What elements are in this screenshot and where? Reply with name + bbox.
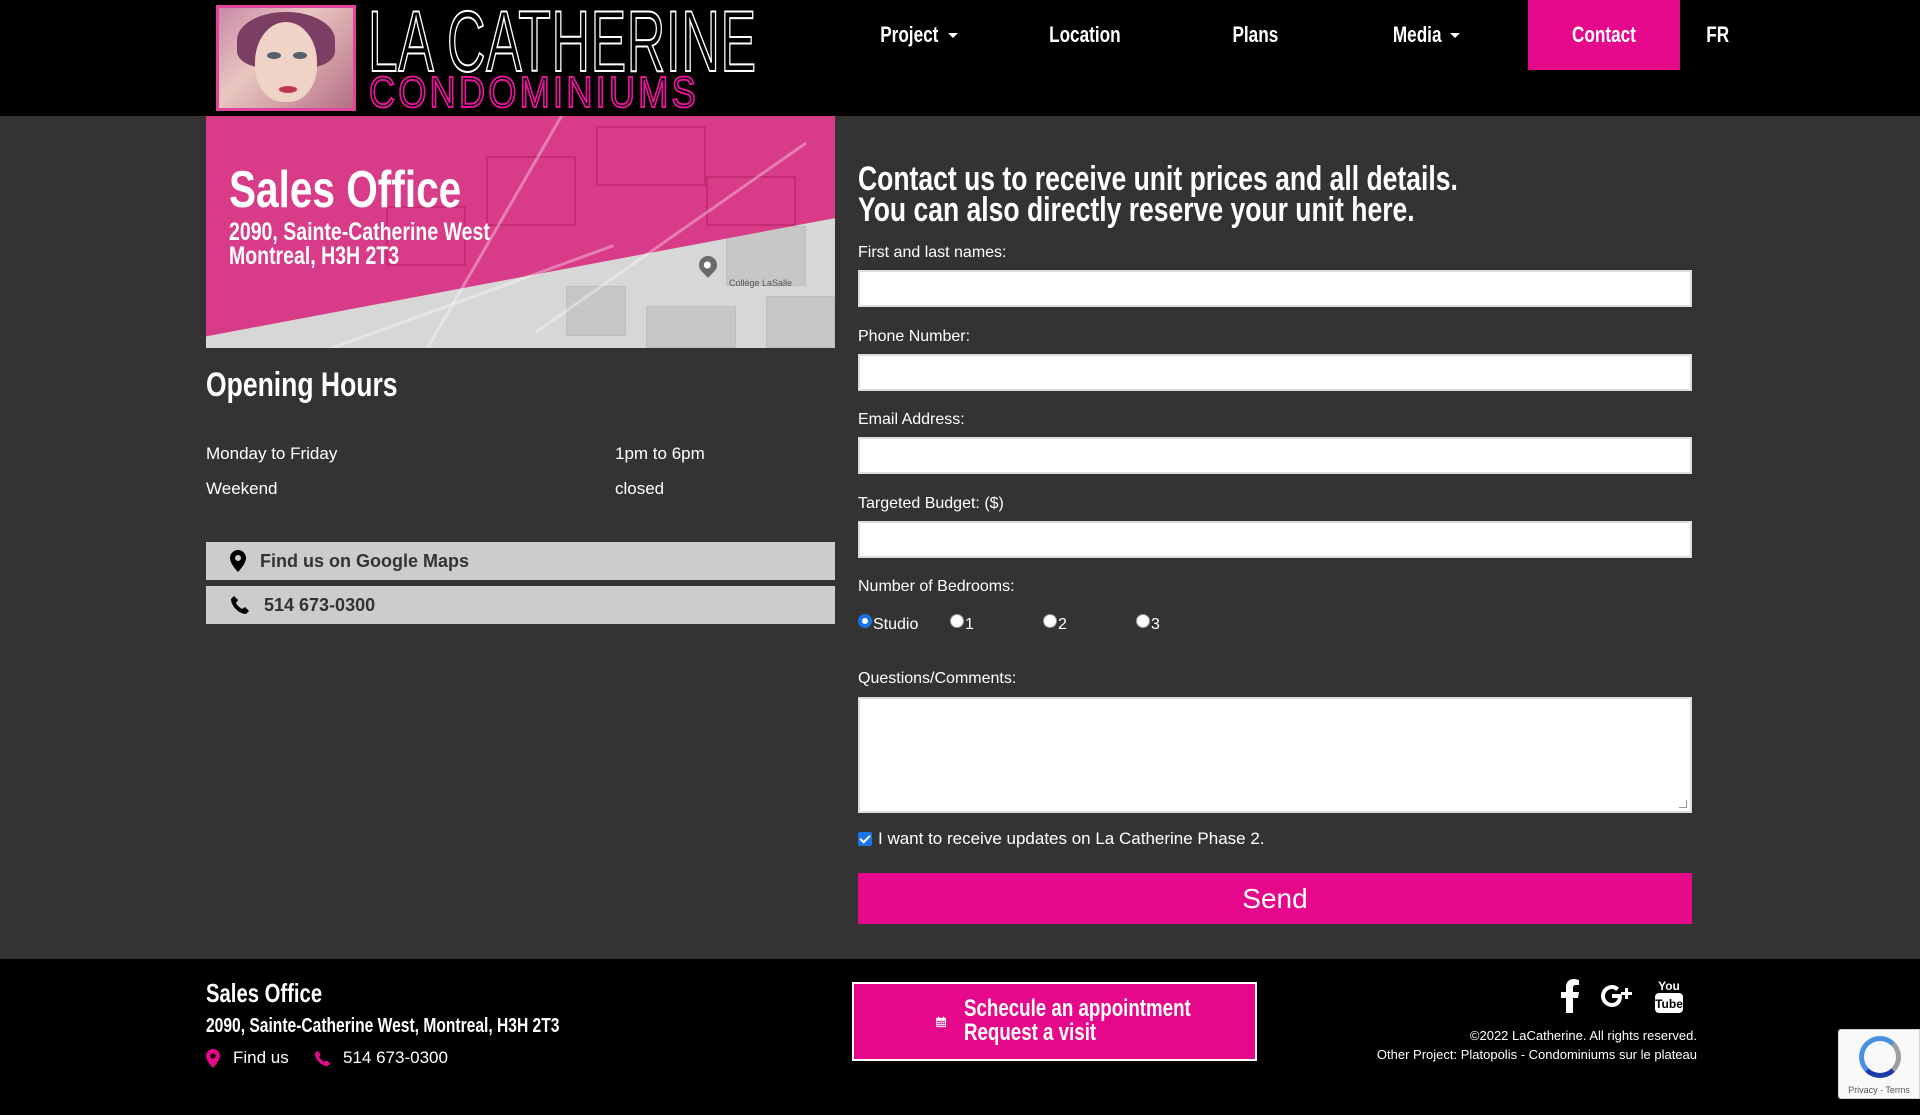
nav-item-plans[interactable]: Plans	[1180, 0, 1330, 70]
budget-label: Targeted Budget: ($)	[858, 495, 1004, 512]
bedroom-option-label: 3	[1151, 616, 1160, 633]
schedule-appointment-button[interactable]: Schecule an appointment Request a visit	[852, 982, 1257, 1061]
name-label: First and last names:	[858, 244, 1007, 261]
budget-field[interactable]	[858, 521, 1692, 558]
google-plus-icon[interactable]	[1600, 980, 1634, 1012]
updates-label: I want to receive updates on La Catherin…	[878, 829, 1265, 848]
bedrooms-label: Number of Bedrooms:	[858, 578, 1015, 595]
google-maps-button[interactable]: Find us on Google Maps	[206, 542, 835, 580]
footer-find-us-link[interactable]: Find us	[206, 1048, 289, 1068]
map-place-label: Collège LaSalle	[729, 278, 793, 288]
opening-hours-title: Opening Hours	[206, 366, 398, 404]
comments-label: Questions/Comments:	[858, 670, 1017, 687]
nav-item-contact[interactable]: Contact	[1528, 0, 1680, 70]
updates-checkbox-row[interactable]: I want to receive updates on La Catherin…	[858, 829, 1265, 849]
google-maps-label: Find us on Google Maps	[260, 550, 469, 571]
radio-icon[interactable]	[1043, 614, 1057, 628]
nav-item-media[interactable]: Media	[1348, 0, 1498, 70]
comments-textarea[interactable]	[858, 697, 1692, 813]
sales-office-title: Sales Office	[229, 161, 462, 219]
map-pin-icon	[206, 1048, 220, 1068]
radio-icon[interactable]	[1136, 614, 1150, 628]
calendar-icon	[936, 1016, 947, 1027]
social-links: You Tube	[1560, 978, 1684, 1014]
form-heading-line2: You can also directly reserve your unit …	[858, 191, 1415, 229]
svg-text:Tube: Tube	[1655, 997, 1683, 1011]
find-us-label: Find us	[233, 1048, 289, 1067]
nav-label-project: Project	[879, 22, 939, 47]
phone-icon	[314, 1050, 331, 1066]
hours-day: Monday to Friday	[206, 444, 338, 463]
bedroom-option-3[interactable]: 3	[1136, 614, 1160, 634]
radio-selected-icon[interactable]	[858, 614, 872, 628]
nav-label-plans: Plans	[1232, 22, 1278, 47]
bedroom-option-studio[interactable]: Studio	[858, 614, 918, 634]
recaptcha-badge[interactable]: Privacy - Terms	[1838, 1029, 1920, 1099]
logo-subtitle: CONDOMINIUMS	[368, 68, 699, 117]
bedroom-option-label: Studio	[873, 616, 919, 633]
site-logo[interactable]: LA CATHERINE CONDOMINIUMS	[216, 0, 776, 116]
radio-icon[interactable]	[950, 614, 964, 628]
phone-label: 514 673-0300	[264, 594, 376, 615]
footer-address: 2090, Sainte-Catherine West, Montreal, H…	[206, 1015, 560, 1037]
copyright-text: ©2022 LaCatherine. All rights reserved.	[1469, 1028, 1697, 1043]
phone-button[interactable]: 514 673-0300	[206, 586, 835, 624]
footer-phone-link[interactable]: 514 673-0300	[314, 1048, 448, 1068]
nav-label-contact: Contact	[1572, 22, 1636, 47]
hours-time: 1pm to 6pm	[615, 444, 705, 463]
send-button[interactable]: Send	[858, 873, 1692, 924]
hours-time: closed	[615, 479, 665, 498]
bedroom-option-2[interactable]: 2	[1043, 614, 1067, 634]
resize-handle-icon[interactable]	[1679, 800, 1687, 808]
recaptcha-icon	[1859, 1036, 1901, 1078]
phone-field[interactable]	[858, 354, 1692, 391]
nav-label-media: Media	[1392, 22, 1442, 47]
language-label: FR	[1706, 22, 1730, 47]
facebook-icon[interactable]	[1560, 979, 1580, 1013]
hours-day: Weekend	[206, 479, 278, 498]
site-header: LA CATHERINE CONDOMINIUMS Project Locati…	[0, 0, 1920, 116]
map-marker-icon	[695, 252, 721, 278]
schedule-line2: Request a visit	[964, 1018, 1097, 1046]
email-label: Email Address:	[858, 411, 965, 428]
footer-sales-title: Sales Office	[206, 978, 323, 1008]
name-field[interactable]	[858, 270, 1692, 307]
logo-portrait-image	[216, 5, 356, 111]
bedroom-option-1[interactable]: 1	[950, 614, 974, 634]
phone-icon	[231, 596, 249, 614]
nav-item-project[interactable]: Project	[840, 0, 990, 70]
sales-office-address-line2: Montreal, H3H 2T3	[229, 242, 400, 270]
chevron-down-icon	[1450, 32, 1461, 38]
chevron-down-icon	[948, 32, 959, 38]
svg-text:You: You	[1658, 979, 1680, 993]
checkbox-checked-icon[interactable]	[858, 832, 872, 846]
footer-phone-label: 514 673-0300	[343, 1048, 448, 1067]
email-field[interactable]	[858, 437, 1692, 474]
schedule-line1: Schecule an appointment	[964, 994, 1192, 1022]
recaptcha-terms[interactable]: Privacy - Terms	[1839, 1085, 1919, 1095]
bedroom-option-label: 1	[965, 616, 974, 633]
language-switch-fr[interactable]: FR	[1698, 0, 1738, 70]
nav-label-location: Location	[1049, 22, 1121, 47]
youtube-icon[interactable]: You Tube	[1654, 978, 1684, 1014]
other-project-link[interactable]: Other Project: Platopolis - Condominiums…	[1377, 1047, 1697, 1062]
bedroom-option-label: 2	[1058, 616, 1067, 633]
map-pin-icon	[230, 550, 246, 572]
phone-number-label: Phone Number:	[858, 328, 971, 345]
nav-item-location[interactable]: Location	[1010, 0, 1160, 70]
